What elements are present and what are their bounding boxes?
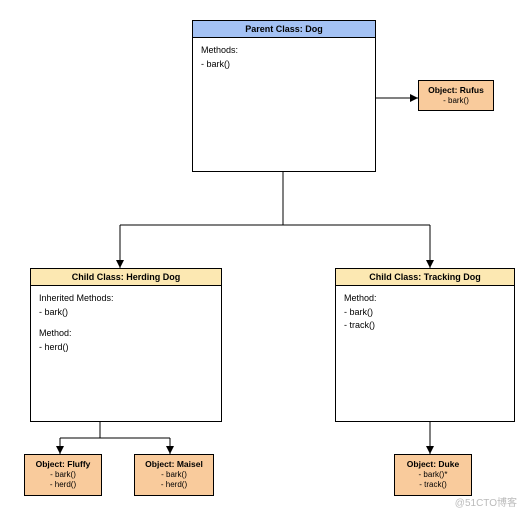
method-item: - herd() [39, 341, 213, 355]
object-rufus: Object: Rufus - bark() [418, 80, 494, 111]
parent-class-box: Parent Class: Dog Methods: - bark() [192, 20, 376, 172]
object-maisel: Object: Maisel - bark() - herd() [134, 454, 214, 496]
object-duke: Object: Duke - bark()* - track() [394, 454, 472, 496]
object-fluffy: Object: Fluffy - bark() - herd() [24, 454, 102, 496]
tracking-class-box: Child Class: Tracking Dog Method: - bark… [335, 268, 515, 422]
object-title: Object: Rufus [421, 85, 491, 96]
object-method: - bark() [137, 470, 211, 480]
methods-label: Method: [344, 292, 506, 306]
object-title: Object: Maisel [137, 459, 211, 470]
method-item: - bark() [201, 58, 367, 72]
watermark: @51CTO博客 [455, 494, 517, 509]
herding-class-box: Child Class: Herding Dog Inherited Metho… [30, 268, 222, 422]
parent-class-header: Parent Class: Dog [193, 21, 375, 38]
object-method: - bark()* [397, 470, 469, 480]
parent-class-body: Methods: - bark() [193, 38, 375, 77]
method-item: - bark() [39, 306, 213, 320]
tracking-class-header: Child Class: Tracking Dog [336, 269, 514, 286]
methods-label: Methods: [201, 44, 367, 58]
inherited-methods-label: Inherited Methods: [39, 292, 213, 306]
tracking-class-body: Method: - bark() - track() [336, 286, 514, 339]
object-method: - herd() [27, 480, 99, 490]
method-item: - bark() [344, 306, 506, 320]
object-title: Object: Duke [397, 459, 469, 470]
herding-class-header: Child Class: Herding Dog [31, 269, 221, 286]
object-method: - bark() [421, 96, 491, 106]
object-method: - track() [397, 480, 469, 490]
method-item: - track() [344, 319, 506, 333]
object-method: - herd() [137, 480, 211, 490]
object-title: Object: Fluffy [27, 459, 99, 470]
object-method: - bark() [27, 470, 99, 480]
methods-label: Method: [39, 327, 213, 341]
herding-class-body: Inherited Methods: - bark() Method: - he… [31, 286, 221, 360]
